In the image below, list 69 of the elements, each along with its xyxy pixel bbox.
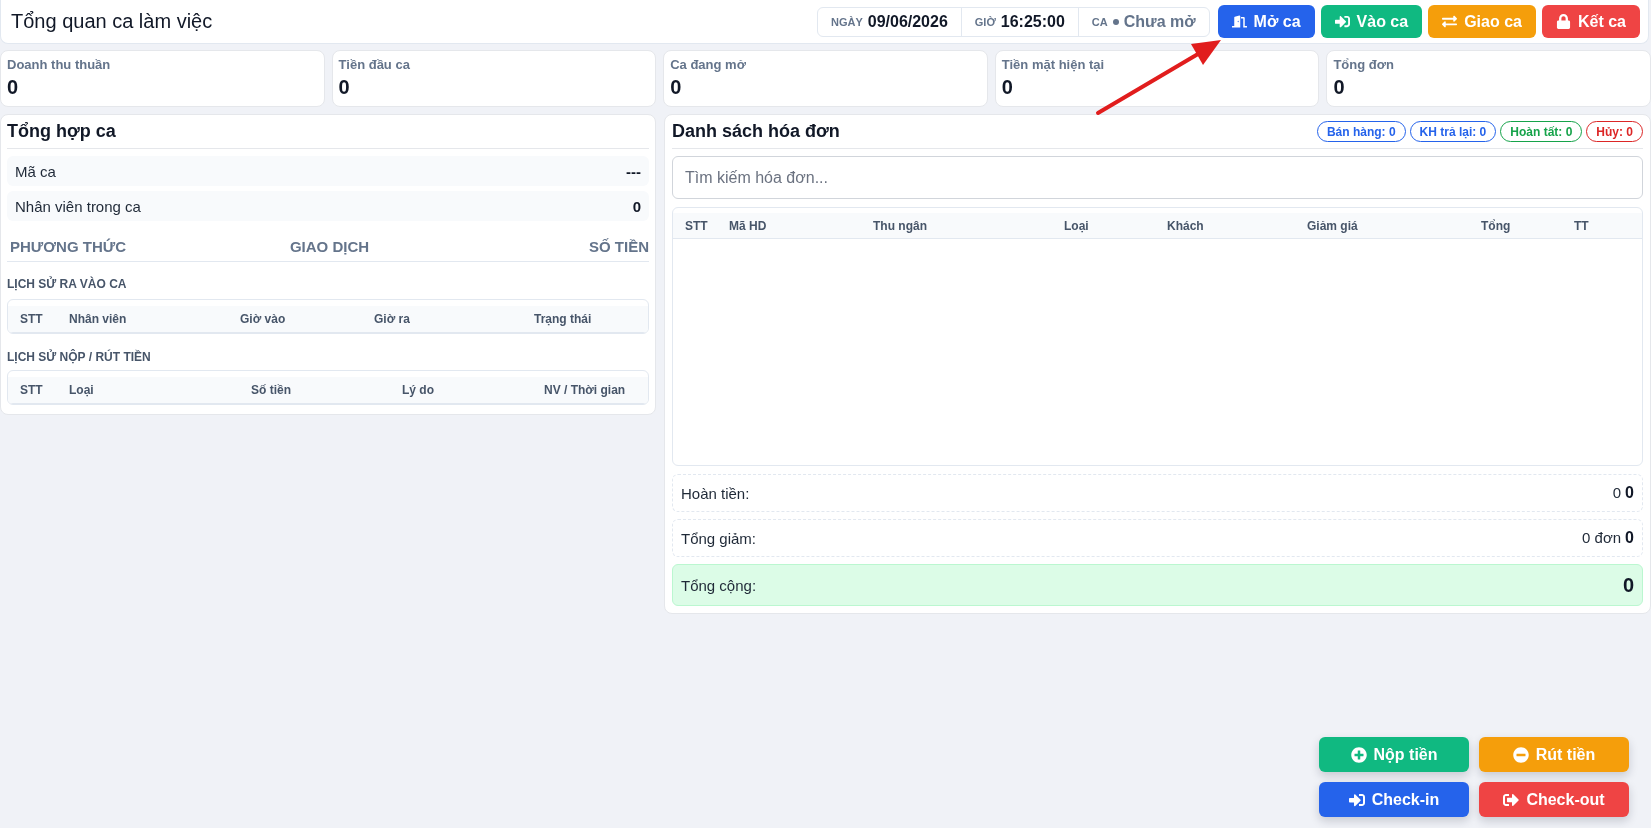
- column-header: Thu ngân: [873, 218, 928, 233]
- summary-label: Tổng giảm:: [681, 529, 757, 547]
- info-label: GIỜ: [974, 15, 996, 28]
- stat-label: Doanh thu thuần: [7, 57, 111, 72]
- date-value: 09/06/2026: [867, 12, 948, 31]
- amount-text: 0: [1625, 529, 1634, 547]
- section-title: LỊCH SỬ RA VÀO CA: [7, 277, 128, 291]
- close-shift-button[interactable]: Kết ca: [1541, 5, 1640, 38]
- check-in-button[interactable]: Check-in: [1319, 782, 1469, 817]
- enter-arrow-icon: [1348, 791, 1365, 808]
- count-text: 0: [1612, 484, 1622, 501]
- column-header: Loại: [1064, 218, 1090, 233]
- check-out-button[interactable]: Check-out: [1479, 782, 1629, 817]
- column-header: PHƯƠNG THỨC: [10, 237, 127, 255]
- page-title: Tổng quan ca làm việc: [11, 10, 214, 33]
- row-label: Mã ca: [15, 162, 56, 180]
- stat-label: Tiền mặt hiện tại: [1001, 57, 1105, 72]
- column-header: Khách: [1167, 218, 1205, 233]
- info-label: CA: [1091, 15, 1108, 28]
- amount-text: 0: [1625, 484, 1634, 502]
- panel-title: Danh sách hóa đơn: [672, 121, 840, 142]
- withdraw-button[interactable]: Rút tiền: [1479, 737, 1629, 772]
- summary-label: Hoàn tiền:: [681, 484, 750, 502]
- count-text: 0 đơn: [1582, 529, 1622, 546]
- info-label: NGÀY: [830, 15, 863, 28]
- column-header: Lý do: [402, 383, 435, 397]
- enter-arrow-icon: [1334, 14, 1350, 29]
- open-shift-button[interactable]: Mở ca: [1217, 5, 1315, 38]
- row-value: 0: [632, 197, 641, 215]
- column-header: Trạng thái: [534, 312, 593, 326]
- column-header: STT: [685, 218, 709, 233]
- row-label: Nhân viên trong ca: [15, 197, 141, 215]
- row-value: ---: [626, 162, 641, 180]
- handover-button[interactable]: Giao ca: [1428, 5, 1536, 38]
- column-header: NV / Thời gian: [544, 383, 627, 397]
- column-header: Giảm giá: [1307, 218, 1359, 233]
- stat-value: 0: [338, 76, 350, 98]
- stat-label: Ca đang mở: [670, 57, 746, 72]
- column-header: STT: [20, 383, 44, 397]
- column-header: Loại: [69, 383, 95, 397]
- column-header: GIAO DỊCH: [288, 237, 371, 255]
- shift-status-text: Chưa mở: [1123, 12, 1196, 31]
- column-header: Nhân viên: [69, 312, 128, 326]
- exit-arrow-icon: [1503, 791, 1520, 808]
- column-header: Giờ ra: [374, 312, 411, 326]
- time-value: 16:25:00: [1000, 12, 1065, 31]
- deposit-button[interactable]: Nộp tiền: [1319, 737, 1469, 772]
- section-title: LỊCH SỬ NỘP / RÚT TIỀN: [7, 350, 152, 364]
- stat-value: 0: [670, 76, 682, 98]
- stat-label: Tiền đầu ca: [338, 57, 410, 72]
- column-header: Mã HD: [729, 218, 768, 233]
- column-header: Số tiền: [251, 383, 292, 397]
- stat-value: 0: [1333, 76, 1345, 98]
- amount-text: 0: [1622, 573, 1634, 597]
- panel-title: Tổng hợp ca: [7, 121, 116, 142]
- stat-label: Tổng đơn: [1333, 57, 1394, 72]
- column-header: TT: [1574, 218, 1590, 233]
- column-header: Tổng: [1481, 218, 1512, 233]
- column-header: Giờ vào: [240, 312, 287, 326]
- join-shift-button[interactable]: Vào ca: [1320, 5, 1423, 38]
- stat-value: 0: [7, 76, 19, 98]
- lock-icon: [1555, 14, 1571, 29]
- column-header: STT: [20, 312, 44, 326]
- column-header: SỐ TIỀN: [588, 237, 649, 255]
- stat-value: 0: [1001, 76, 1013, 98]
- search-field[interactable]: Tìm kiếm hóa đơn...: [672, 156, 1643, 199]
- door-icon: [1231, 14, 1247, 29]
- summary-label: Tổng cộng:: [681, 576, 757, 594]
- swap-arrows-icon: [1442, 14, 1458, 29]
